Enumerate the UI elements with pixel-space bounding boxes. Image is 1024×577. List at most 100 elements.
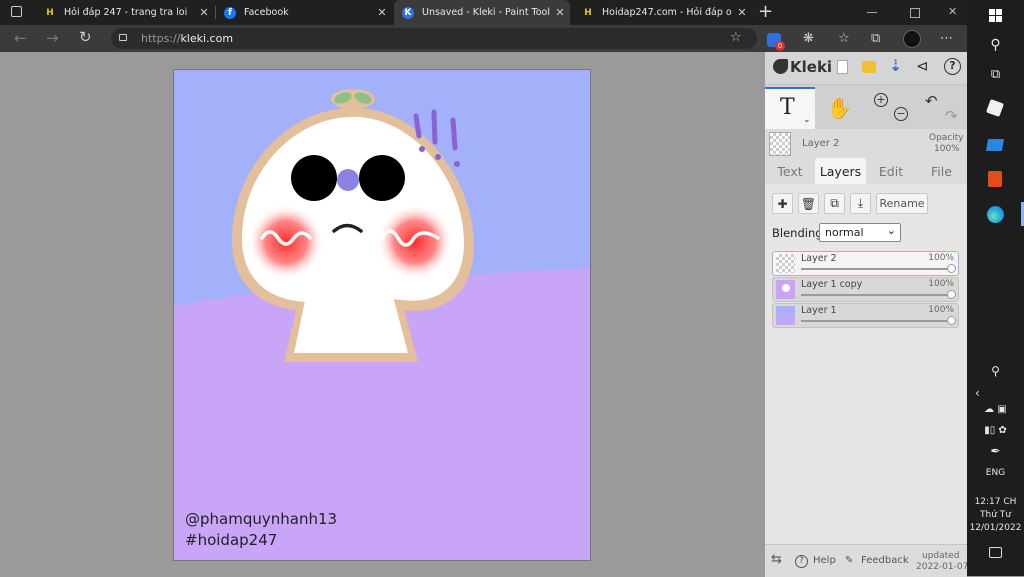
tab-title: Hoidap247.com - Hỏi đáp online [602,7,732,18]
profile-avatar[interactable] [903,30,921,48]
right-blush [377,204,453,280]
app-blue-icon[interactable] [985,139,1005,151]
close-tab-icon[interactable]: ✕ [372,6,392,19]
tab-kleki[interactable]: K Unsaved - Kleki - Paint Tool ✕ [394,0,570,25]
zoom-in-icon[interactable]: + [874,93,888,107]
layer-item[interactable]: Layer 1 100% [772,303,959,328]
layer-opacity: 100% [928,279,954,289]
clock-time[interactable]: 12:17 CH [967,497,1024,507]
tab-text[interactable]: Text [765,158,815,184]
forward-icon[interactable]: → [46,31,59,46]
url-bar[interactable]: https://kleki.com ☆ [111,28,757,49]
favorite-star-icon[interactable]: ☆ [730,30,742,45]
close-tab-icon[interactable]: ✕ [732,6,752,19]
language-indicator[interactable]: ENG [967,468,1024,478]
open-folder-icon[interactable] [862,61,876,73]
layer-item[interactable]: Layer 1 copy 100% [772,277,959,302]
signature-username: @phamquynhanh13 [185,510,338,528]
layer-opacity: 100% [928,305,954,315]
delete-layer-button[interactable]: 🗑 [798,193,819,214]
new-file-icon[interactable] [837,60,848,74]
undo-icon[interactable]: ↶ [925,92,938,110]
close-tab-icon[interactable]: ✕ [194,6,214,19]
url-scheme: https:// [141,32,181,45]
chevron-down-icon: ⌄ [886,224,896,237]
artwork [174,70,590,560]
restore-icon[interactable] [910,8,920,18]
dot [435,154,441,160]
chevron-up-icon[interactable]: ‹ [967,386,1024,400]
puzzle-extensions-icon[interactable]: ❋ [803,31,814,46]
left-eye [291,155,337,201]
blending-select[interactable]: normal ⌄ [819,223,901,242]
battery-icon[interactable]: ▮▯ ✿ [967,425,1024,436]
text-tool-button[interactable]: T ⌄ [765,87,815,129]
layer-name: Layer 1 copy [801,279,863,290]
signature-hashtag: #hoidap247 [185,531,278,549]
layer-item[interactable]: Layer 2 100% [772,251,959,276]
back-icon[interactable]: ← [14,31,27,46]
tab-layers[interactable]: Layers [815,158,866,184]
windows-start-icon[interactable] [989,9,1002,22]
save-download-icon[interactable]: ⇣ [889,56,902,75]
rename-button[interactable]: Rename [876,193,928,214]
tab-hoidap-online[interactable]: H Hoidap247.com - Hỏi đáp online ✕ [574,0,752,25]
duplicate-layer-button[interactable]: ⧉ [824,193,845,214]
collections-icon[interactable]: ⧉ [871,31,880,46]
windows-taskbar: ⚲ ⧉ ⚲ ‹ ☁ ▣ ▮▯ ✿ ✒ ENG 12:17 CH Thứ Tư 1… [967,0,1024,576]
dot [419,146,425,152]
help-link[interactable]: Help [813,555,836,566]
tab-facebook[interactable]: f Facebook ✕ [216,0,392,25]
swap-side-icon[interactable]: ⇆ [771,552,782,567]
system-tray-icons[interactable]: ☁ ▣ [967,404,1024,415]
new-tab-button[interactable]: + [758,1,773,22]
clock-weekday[interactable]: Thứ Tư [967,510,1024,520]
close-tab-icon[interactable]: ✕ [550,6,570,19]
clock-date[interactable]: 12/01/2022 [967,523,1024,533]
kleki-logo: Kleki [790,58,833,76]
notification-icon[interactable] [989,547,1002,558]
close-window-icon[interactable]: ✕ [948,5,957,18]
zoom-out-icon[interactable]: − [894,107,908,121]
slider-knob[interactable] [947,316,956,325]
merge-down-button[interactable]: ⤓ [850,193,871,214]
favorites-icon[interactable]: ☆ [838,31,850,46]
share-icon[interactable]: ⊲ [916,57,929,75]
chevron-down-icon: ⌄ [803,115,811,125]
tab-hoidap[interactable]: H Hỏi đáp 247 - trang tra loi ✕ [36,0,214,25]
search-icon[interactable]: ⚲ [967,37,1024,53]
minimize-icon[interactable] [867,12,877,13]
updated-label: updated [922,551,960,561]
lock-icon [119,34,127,41]
slider-knob[interactable] [947,290,956,299]
facebook-favicon-icon: f [224,6,236,19]
drawing-canvas[interactable]: @phamquynhanh13 #hoidap247 [173,69,591,561]
layer-opacity-slider[interactable] [801,268,951,270]
current-layer-thumbnail [769,132,791,156]
app-cube-icon[interactable] [986,99,1004,117]
more-menu-icon[interactable]: ⋯ [940,31,954,46]
tab-actions-icon[interactable] [11,6,22,17]
tab-file[interactable]: File [916,158,967,184]
layer-thumbnail [776,280,795,299]
refresh-icon[interactable]: ↻ [79,30,92,45]
slider-knob[interactable] [947,264,956,273]
layer-name: Layer 1 [801,305,837,316]
pen-icon[interactable]: ✒ [967,444,1024,458]
help-icon[interactable]: ? [944,58,961,75]
redo-icon[interactable]: ↷ [945,107,958,125]
add-layer-button[interactable]: ✚ [772,193,793,214]
edge-browser-icon[interactable] [987,206,1004,223]
feedback-icon[interactable]: ✎ [845,555,853,566]
office-icon[interactable] [988,171,1002,187]
help-circle-icon[interactable]: ? [795,555,808,568]
tab-edit[interactable]: Edit [866,158,916,184]
feedback-link[interactable]: Feedback [861,555,909,566]
people-icon[interactable]: ⚲ [967,364,1024,378]
blending-label: Blending [772,226,823,240]
layer-opacity-slider[interactable] [801,320,951,322]
layer-thumbnail [776,254,795,273]
layer-opacity-slider[interactable] [801,294,951,296]
hand-tool-icon[interactable]: ✋ [827,96,852,120]
task-view-icon[interactable]: ⧉ [967,67,1024,82]
